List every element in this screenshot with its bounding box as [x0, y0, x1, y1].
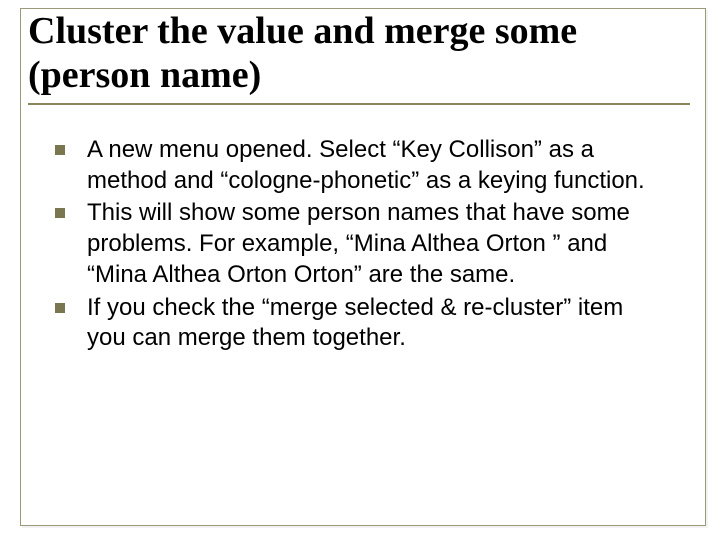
list-item: This will show some person names that ha…	[55, 198, 665, 290]
bullet-text: A new menu opened. Select “Key Collison”…	[87, 135, 665, 196]
title-block: Cluster the value and merge some (person…	[28, 10, 690, 105]
list-item: A new menu opened. Select “Key Collison”…	[55, 135, 665, 196]
square-bullet-icon	[55, 303, 65, 313]
list-item: If you check the “merge selected & re-cl…	[55, 293, 665, 354]
body-content: A new menu opened. Select “Key Collison”…	[55, 135, 665, 356]
square-bullet-icon	[55, 145, 65, 155]
bullet-text: This will show some person names that ha…	[87, 198, 665, 290]
slide-title: Cluster the value and merge some (person…	[28, 10, 690, 97]
square-bullet-icon	[55, 208, 65, 218]
title-underline	[28, 103, 690, 105]
bullet-text: If you check the “merge selected & re-cl…	[87, 293, 665, 354]
